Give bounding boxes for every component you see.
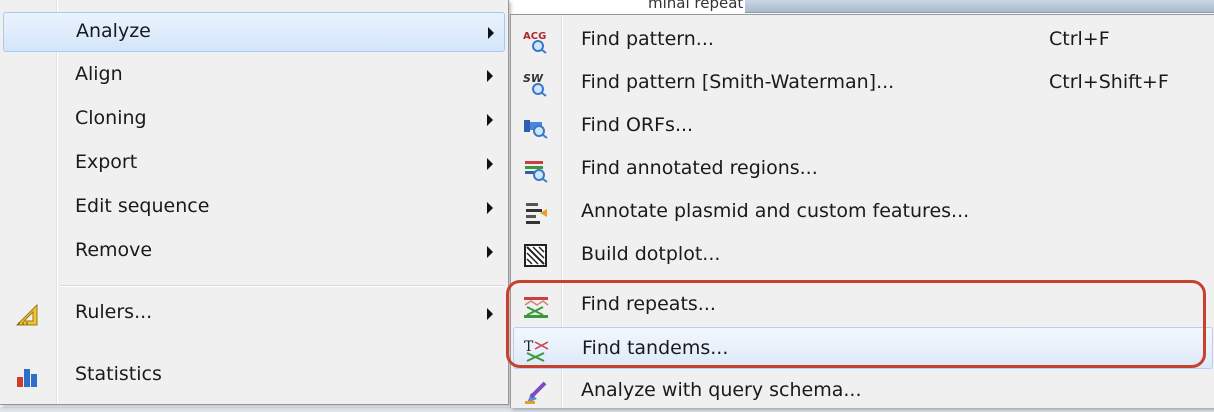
submenu-item-find-pattern[interactable]: ACG Find pattern... Ctrl+F xyxy=(513,19,1213,61)
menu-item-label: Edit sequence xyxy=(75,195,210,217)
menu-item-rulers[interactable]: Rulers... xyxy=(3,294,505,334)
menu-item-align[interactable]: Align xyxy=(3,56,505,96)
submenu-item-label: Find ORFs... xyxy=(581,114,694,136)
menu-item-cloning[interactable]: Cloning xyxy=(3,100,505,140)
find-annotated-icon xyxy=(523,157,548,183)
smith-waterman-icon: SW xyxy=(523,71,547,97)
background-titlebar xyxy=(745,0,1214,13)
submenu-item-annotate-plasmid[interactable]: Annotate plasmid and custom features... xyxy=(513,191,1213,233)
submenu-item-query-schema[interactable]: Analyze with query schema... xyxy=(513,370,1213,412)
menu-item-edit-sequence[interactable]: Edit sequence xyxy=(3,188,505,228)
submenu-item-find-pattern-sw[interactable]: SW Find pattern [Smith-Waterman]... Ctrl… xyxy=(513,62,1213,104)
submenu-arrow-icon xyxy=(487,246,493,258)
submenu-item-label: Find pattern [Smith-Waterman]... xyxy=(581,71,895,93)
annotate-plasmid-icon xyxy=(523,200,547,224)
query-schema-icon xyxy=(523,379,547,404)
menu-item-label: Export xyxy=(75,151,138,173)
menu-item-label: Cloning xyxy=(75,107,147,129)
menu-item-remove[interactable]: Remove xyxy=(3,232,505,272)
submenu-item-label: Find pattern... xyxy=(581,28,714,50)
submenu-item-find-orfs[interactable]: Find ORFs... xyxy=(513,105,1213,147)
menu-item-label: Align xyxy=(75,63,123,85)
context-menu: Analyze Align Cloning Export Edit sequen… xyxy=(0,0,509,405)
annotation-outline xyxy=(506,280,1206,368)
submenu-arrow-icon xyxy=(487,70,493,82)
find-pattern-icon: ACG xyxy=(523,28,547,54)
submenu-item-build-dotplot[interactable]: Build dotplot... xyxy=(513,234,1213,276)
submenu-arrow-icon xyxy=(487,114,493,126)
shortcut-label: Ctrl+F xyxy=(1049,28,1110,50)
menu-item-export[interactable]: Export xyxy=(3,144,505,184)
dotplot-icon xyxy=(523,243,547,267)
ruler-icon xyxy=(15,303,39,327)
submenu-arrow-icon xyxy=(487,308,493,320)
shortcut-label: Ctrl+Shift+F xyxy=(1049,71,1169,93)
background-text: minal repeat xyxy=(648,0,744,12)
submenu-item-find-annotated[interactable]: Find annotated regions... xyxy=(513,148,1213,190)
menu-item-label: Analyze xyxy=(76,20,151,42)
submenu-item-label: Annotate plasmid and custom features... xyxy=(581,200,970,222)
svg-text:ACG: ACG xyxy=(523,31,546,42)
find-orfs-icon xyxy=(523,114,548,139)
menu-item-analyze[interactable]: Analyze xyxy=(3,12,505,52)
svg-text:SW: SW xyxy=(523,72,544,85)
menu-item-statistics[interactable]: Statistics xyxy=(3,356,505,396)
submenu-arrow-icon xyxy=(487,158,493,170)
menu-separator xyxy=(60,285,504,287)
bar-chart-icon xyxy=(15,365,39,389)
submenu-item-label: Analyze with query schema... xyxy=(581,379,862,401)
submenu-arrow-icon xyxy=(487,202,493,214)
submenu-arrow-icon xyxy=(488,27,494,39)
menu-item-label: Statistics xyxy=(75,363,162,385)
submenu-item-label: Build dotplot... xyxy=(581,243,721,265)
menu-item-label: Rulers... xyxy=(75,301,153,323)
menu-item-label: Remove xyxy=(75,239,153,261)
submenu-item-label: Find annotated regions... xyxy=(581,157,818,179)
